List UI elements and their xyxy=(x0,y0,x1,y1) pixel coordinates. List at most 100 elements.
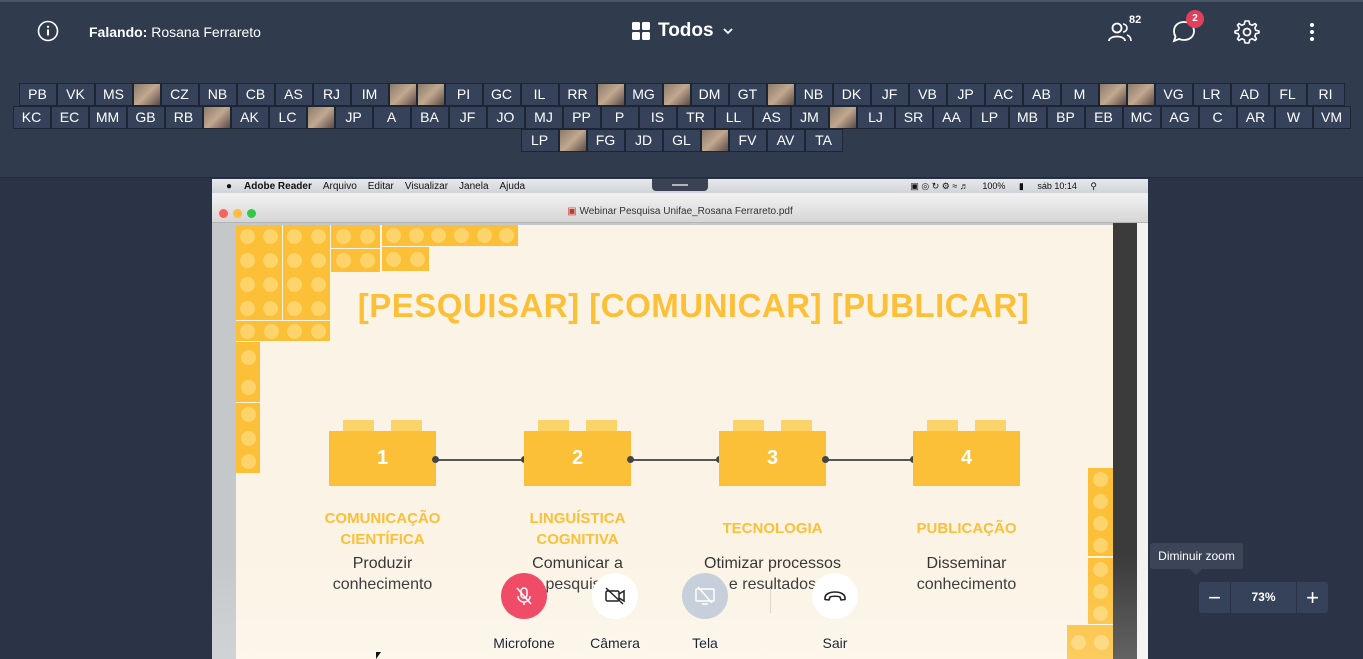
participant-tile[interactable]: DK xyxy=(832,83,871,106)
participant-video-tile[interactable] xyxy=(558,129,587,152)
gear-icon[interactable] xyxy=(1233,18,1261,46)
participant-tile[interactable]: IM xyxy=(350,83,389,106)
participant-tile[interactable]: VB xyxy=(908,83,947,106)
participant-tile[interactable]: JF xyxy=(870,83,909,106)
participant-tile[interactable]: IS xyxy=(638,106,677,129)
participant-tile[interactable]: PI xyxy=(444,83,483,106)
leave-button[interactable] xyxy=(812,573,858,619)
participant-tile[interactable]: CZ xyxy=(160,83,199,106)
participant-tile[interactable]: JM xyxy=(790,106,829,129)
zoom-out-button[interactable]: − xyxy=(1199,582,1230,613)
info-icon[interactable] xyxy=(37,20,59,42)
participant-tile[interactable]: AD xyxy=(1230,83,1269,106)
participant-tile[interactable]: LJ xyxy=(856,106,895,129)
participant-tile[interactable]: JO xyxy=(486,106,525,129)
participant-tile[interactable]: VM xyxy=(1312,106,1351,129)
camera-button[interactable] xyxy=(592,573,638,619)
participant-tile[interactable]: LP xyxy=(970,106,1009,129)
more-options-icon[interactable] xyxy=(1298,18,1326,46)
participant-video-tile[interactable] xyxy=(596,83,625,106)
participant-tile[interactable]: JP xyxy=(334,106,373,129)
participant-tile[interactable]: RI xyxy=(1306,83,1345,106)
step-title: COMUNICAÇÃO CIENTÍFICA xyxy=(308,508,458,550)
zoom-in-button[interactable]: + xyxy=(1297,582,1328,613)
participant-tile[interactable]: MM xyxy=(88,106,127,129)
participant-tile[interactable]: W xyxy=(1274,106,1313,129)
participant-tile[interactable]: VG xyxy=(1154,83,1193,106)
participant-tile[interactable]: DM xyxy=(690,83,729,106)
participant-video-tile[interactable] xyxy=(416,83,445,106)
screen-share-label: Tela xyxy=(692,635,718,651)
participant-tile[interactable]: RJ xyxy=(312,83,351,106)
participant-tile[interactable]: AR xyxy=(1236,106,1275,129)
participant-tile[interactable]: LL xyxy=(714,106,753,129)
participant-tile[interactable]: AV xyxy=(766,129,805,152)
microphone-off-icon xyxy=(516,587,532,605)
participant-tile[interactable]: FL xyxy=(1268,83,1307,106)
participant-tile[interactable]: LP xyxy=(520,129,559,152)
participant-tile[interactable]: EB xyxy=(1084,106,1123,129)
participant-tile[interactable]: A xyxy=(372,106,411,129)
participant-tile[interactable]: EC xyxy=(50,106,89,129)
participant-tile[interactable]: IL xyxy=(520,83,559,106)
participant-tile[interactable]: JP xyxy=(946,83,985,106)
participant-tile[interactable]: RB xyxy=(164,106,203,129)
participant-tile[interactable]: BP xyxy=(1046,106,1085,129)
participant-tile[interactable]: GT xyxy=(728,83,767,106)
participant-video-tile[interactable] xyxy=(388,83,417,106)
participant-tile[interactable]: TR xyxy=(676,106,715,129)
participant-tile[interactable]: AB xyxy=(1022,83,1061,106)
participant-tile[interactable]: FG xyxy=(586,129,625,152)
participant-tile[interactable]: RR xyxy=(558,83,597,106)
participant-tile[interactable]: GL xyxy=(662,129,701,152)
participant-tile[interactable]: NB xyxy=(794,83,833,106)
participant-tile[interactable]: MS xyxy=(94,83,133,106)
participant-tile[interactable]: AK xyxy=(230,106,269,129)
participant-video-tile[interactable] xyxy=(132,83,161,106)
participant-tile[interactable]: GB xyxy=(126,106,165,129)
participant-tile[interactable]: P xyxy=(600,106,639,129)
participant-tile[interactable]: JD xyxy=(624,129,663,152)
participant-tile[interactable]: AS xyxy=(274,83,313,106)
participant-tile[interactable]: TA xyxy=(804,129,843,152)
participant-video-tile[interactable] xyxy=(1098,83,1127,106)
participant-video-tile[interactable] xyxy=(700,129,729,152)
participant-tile[interactable]: SR xyxy=(894,106,933,129)
participant-tile[interactable]: LC xyxy=(268,106,307,129)
block-knob xyxy=(733,420,764,431)
lego-stud xyxy=(310,229,326,245)
participant-video-tile[interactable] xyxy=(828,106,857,129)
participant-tile[interactable]: MC xyxy=(1122,106,1161,129)
participant-tile[interactable]: MG xyxy=(624,83,663,106)
participant-tile[interactable]: AS xyxy=(752,106,791,129)
participant-tile[interactable]: PP xyxy=(562,106,601,129)
participant-tile[interactable]: FV xyxy=(728,129,767,152)
participant-video-tile[interactable] xyxy=(662,83,691,106)
participant-tile[interactable]: AA xyxy=(932,106,971,129)
layout-selector[interactable]: Todos xyxy=(632,20,734,42)
participant-tile[interactable]: MJ xyxy=(524,106,563,129)
participant-tile[interactable]: AC xyxy=(984,83,1023,106)
microphone-button[interactable] xyxy=(501,573,547,619)
participant-tile[interactable]: PB xyxy=(18,83,57,106)
participant-tile[interactable]: GC xyxy=(482,83,521,106)
share-handle[interactable] xyxy=(652,179,708,191)
screen-share-button[interactable] xyxy=(682,573,728,619)
participant-tile[interactable]: KC xyxy=(12,106,51,129)
lego-stud xyxy=(263,276,278,292)
participant-video-tile[interactable] xyxy=(1126,83,1155,106)
participant-tile[interactable]: JF xyxy=(448,106,487,129)
participant-tile[interactable]: M xyxy=(1060,83,1099,106)
participant-tile[interactable]: C xyxy=(1198,106,1237,129)
participant-tile[interactable]: LR xyxy=(1192,83,1231,106)
participant-tile[interactable]: NB xyxy=(198,83,237,106)
participant-tile[interactable]: AG xyxy=(1160,106,1199,129)
window-title: ▣ Webinar Pesquisa Unifae_Rosana Ferrare… xyxy=(212,206,1148,217)
participant-video-tile[interactable] xyxy=(766,83,795,106)
participant-tile[interactable]: CB xyxy=(236,83,275,106)
participant-tile[interactable]: BA xyxy=(410,106,449,129)
participant-tile[interactable]: VK xyxy=(56,83,95,106)
participant-tile[interactable]: MB xyxy=(1008,106,1047,129)
participant-video-tile[interactable] xyxy=(306,106,335,129)
participant-video-tile[interactable] xyxy=(202,106,231,129)
